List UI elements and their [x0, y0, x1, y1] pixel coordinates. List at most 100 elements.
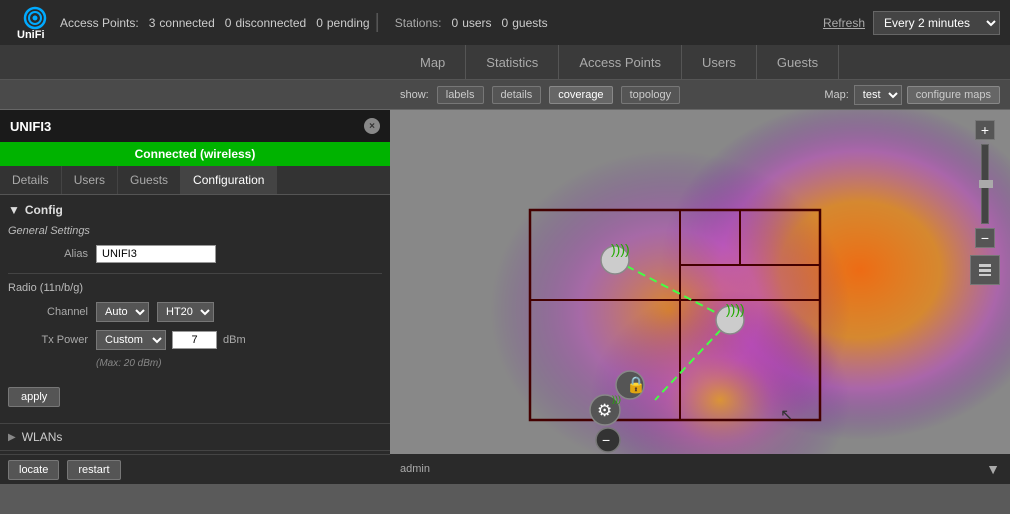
ap-disconnected-sub: disconnected: [235, 16, 306, 30]
stations-users-sub: users: [462, 16, 491, 30]
admin-label: admin: [400, 463, 430, 475]
wlans-label: WLANs: [22, 430, 63, 444]
stations-guests-group: 0 guests: [502, 16, 548, 30]
ap-pending-sub: pending: [327, 16, 370, 30]
ap-disconnected-count: 0: [225, 16, 232, 30]
connection-status-bar: Connected (wireless): [0, 142, 390, 166]
stations-users-group: 0 users: [452, 16, 492, 30]
sidebar-panel: UNIFI3 × Connected (wireless) Details Us…: [0, 110, 390, 484]
alias-input[interactable]: [96, 245, 216, 263]
map-area[interactable]: )))) )))) 🔒 ⚙ ))) − ↖ + −: [390, 110, 1010, 484]
txpower-max-note: (Max: 20 dBm): [96, 358, 382, 369]
show-topology-btn[interactable]: topology: [621, 86, 681, 104]
zoom-controls: + −: [970, 120, 1000, 285]
ap-connected-sub: connected: [159, 16, 214, 30]
stations-section: Stations: 0 users 0 guests: [385, 16, 548, 30]
top-bar: UniFi Access Points: 3 connected 0 disco…: [0, 0, 1010, 45]
panel-tab-details[interactable]: Details: [0, 166, 62, 194]
ap-connected-count: 3: [149, 16, 156, 30]
stations-users-count: 0: [452, 16, 459, 30]
map-label-area: Map: test configure maps: [824, 85, 1000, 105]
ap-disconnected-group: 0 disconnected: [225, 16, 306, 30]
panel-tab-configuration[interactable]: Configuration: [181, 166, 277, 194]
alias-label: Alias: [8, 248, 88, 260]
txpower-value-input[interactable]: [172, 331, 217, 349]
admin-bar: admin ▼: [390, 454, 1010, 484]
svg-text:)))): )))): [611, 241, 630, 257]
txpower-controls: Custom High Medium Low dBm: [96, 330, 246, 350]
panel-title: UNIFI3: [10, 119, 51, 134]
tab-access-points[interactable]: Access Points: [559, 45, 682, 79]
map-toolbar: show: labels details coverage topology M…: [0, 80, 1010, 110]
txpower-row: Tx Power Custom High Medium Low dBm: [8, 330, 382, 350]
stations-guests-count: 0: [502, 16, 509, 30]
panel-tab-bar: Details Users Guests Configuration: [0, 166, 390, 195]
svg-text:)))): )))): [726, 301, 745, 317]
refresh-interval-select[interactable]: Every 2 minutes Every 5 minutes Every 10…: [873, 11, 1000, 35]
channel-row: Channel Auto 1 6 11 HT20 HT40: [8, 302, 382, 322]
svg-text:⚙: ⚙: [597, 401, 612, 420]
ap-label: Access Points:: [60, 16, 139, 30]
alias-row: Alias: [8, 245, 382, 263]
admin-bar-arrow-icon[interactable]: ▼: [986, 461, 1000, 477]
svg-text:UniFi: UniFi: [17, 29, 45, 41]
zoom-slider-thumb[interactable]: [979, 180, 993, 188]
configure-maps-btn[interactable]: configure maps: [907, 86, 1000, 104]
apply-btn[interactable]: apply: [8, 387, 60, 407]
show-labels-btn[interactable]: labels: [437, 86, 484, 104]
map-label: Map:: [824, 89, 848, 101]
layers-icon: [977, 262, 993, 278]
svg-text:🔒: 🔒: [626, 376, 646, 394]
txpower-label: Tx Power: [8, 334, 88, 346]
wlans-section[interactable]: ▶ WLANs: [0, 423, 390, 450]
show-details-btn[interactable]: details: [492, 86, 542, 104]
config-section-header[interactable]: ▼ Config: [8, 203, 382, 217]
radio-section: Radio (11n/b/g) Channel Auto 1 6 11 HT20…: [8, 273, 382, 369]
panel-header: UNIFI3 ×: [0, 110, 390, 142]
txpower-select[interactable]: Custom High Medium Low: [96, 330, 166, 350]
restart-btn[interactable]: restart: [67, 460, 120, 480]
svg-text:))): ))): [612, 394, 621, 404]
config-content: ▼ Config General Settings Alias Radio (1…: [0, 195, 390, 423]
general-settings-title: General Settings: [8, 225, 382, 237]
panel-close-btn[interactable]: ×: [364, 118, 380, 134]
channel-select[interactable]: Auto 1 6 11: [96, 302, 149, 322]
stations-label: Stations:: [395, 16, 442, 30]
panel-tab-users[interactable]: Users: [62, 166, 118, 194]
separator1: |: [375, 11, 380, 34]
config-section-title: Config: [25, 203, 63, 217]
main-tab-bar: Map Statistics Access Points Users Guest…: [0, 45, 1010, 80]
map-layers-btn[interactable]: [970, 255, 1000, 285]
panel-tab-guests[interactable]: Guests: [118, 166, 181, 194]
ap-connected-group: 3 connected: [149, 16, 215, 30]
wlans-arrow-icon: ▶: [8, 432, 16, 443]
map-select[interactable]: test: [854, 85, 902, 105]
logo: UniFi: [10, 3, 60, 43]
ht-select[interactable]: HT20 HT40: [157, 302, 214, 322]
config-arrow-icon: ▼: [8, 203, 20, 217]
svg-text:↖: ↖: [780, 407, 793, 424]
show-label: show:: [400, 89, 429, 101]
ap-stats-section: Access Points: 3 connected 0 disconnecte…: [60, 16, 370, 30]
stations-guests-sub: guests: [512, 16, 547, 30]
zoom-in-btn[interactable]: +: [975, 120, 995, 140]
tab-users[interactable]: Users: [682, 45, 757, 79]
apply-row: apply: [8, 379, 382, 415]
channel-label: Channel: [8, 306, 88, 318]
txpower-unit: dBm: [223, 334, 246, 346]
zoom-slider-track[interactable]: [981, 144, 989, 224]
tab-guests[interactable]: Guests: [757, 45, 839, 79]
show-coverage-btn[interactable]: coverage: [549, 86, 612, 104]
tab-map[interactable]: Map: [400, 45, 466, 79]
ap-pending-count: 0: [316, 16, 323, 30]
radio-section-title: Radio (11n/b/g): [8, 282, 382, 294]
tab-statistics[interactable]: Statistics: [466, 45, 559, 79]
locate-btn[interactable]: locate: [8, 460, 59, 480]
svg-text:−: −: [602, 432, 610, 448]
refresh-link[interactable]: Refresh: [823, 16, 865, 30]
zoom-out-btn[interactable]: −: [975, 228, 995, 248]
ap-pending-group: 0 pending: [316, 16, 369, 30]
refresh-area: Refresh Every 2 minutes Every 5 minutes …: [823, 11, 1000, 35]
main-layout: UNIFI3 × Connected (wireless) Details Us…: [0, 110, 1010, 484]
panel-bottom-bar: locate restart: [0, 454, 390, 484]
